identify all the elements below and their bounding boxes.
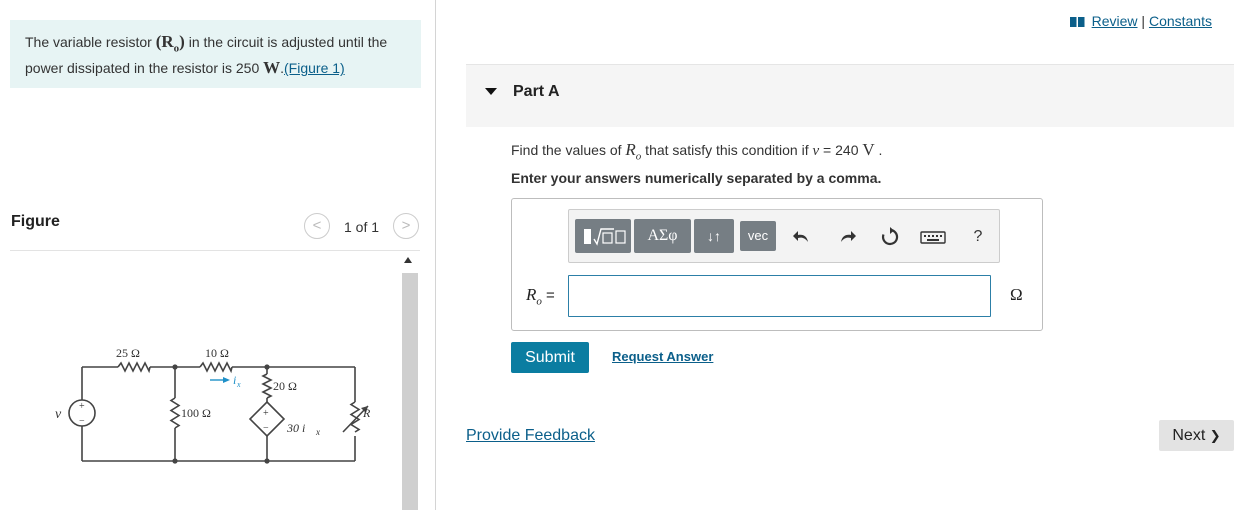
question-middle: that satisfy this condition if <box>641 142 813 158</box>
undo-icon[interactable] <box>791 226 813 248</box>
part-title: Part A <box>513 83 560 100</box>
label-ro: R <box>362 406 370 420</box>
problem-panel: The variable resistor (Ro) in the circui… <box>0 0 436 510</box>
chevron-right-icon: ❯ <box>1209 428 1221 443</box>
label-dependent-source: 30 i <box>286 421 305 435</box>
question-after: = 240 <box>819 142 863 158</box>
review-constants-links: Review | Constants <box>1069 13 1212 29</box>
instruction-text: Enter your answers numerically separated… <box>511 170 882 186</box>
label-25-ohm: 25 Ω <box>116 346 140 360</box>
figure-link[interactable]: (Figure 1) <box>284 60 345 76</box>
question-text: Find the values of Ro that satisfy this … <box>511 140 882 162</box>
constants-link[interactable]: Constants <box>1149 13 1212 29</box>
answer-variable-label: Ro = <box>526 285 555 307</box>
node-top-100 <box>172 364 178 370</box>
link-separator: | <box>1141 13 1146 29</box>
intro-symbol: (Ro) <box>155 32 185 54</box>
question-end: . <box>874 142 883 158</box>
chevron-left-icon: < <box>312 217 322 234</box>
greek-symbols-button[interactable]: ΑΣφ <box>634 219 691 253</box>
figure-counter: 1 of 1 <box>344 219 380 235</box>
question-unit: V <box>862 140 875 159</box>
label-20-ohm: 20 Ω <box>273 379 297 393</box>
intro-unit: W <box>263 58 281 78</box>
keyboard-icon[interactable] <box>920 226 946 248</box>
next-label: Next <box>1172 427 1206 444</box>
next-figure-button[interactable]: > <box>393 213 419 239</box>
templates-icon <box>584 228 626 246</box>
intro-text-before: The variable resistor <box>25 34 156 50</box>
resistor-10-zigzag <box>199 361 233 374</box>
node-bottom-100 <box>172 458 178 464</box>
answer-equals: = <box>541 287 555 304</box>
collapse-caret-icon[interactable] <box>485 88 497 95</box>
question-var: Ro <box>625 140 641 162</box>
provide-feedback-link[interactable]: Provide Feedback <box>466 427 595 445</box>
label-dependent-sub: x <box>315 427 320 437</box>
figure-scrollbar[interactable] <box>402 273 418 510</box>
label-100-ohm: 100 Ω <box>181 406 211 420</box>
source-plus: + <box>79 401 85 412</box>
dep-source-minus: − <box>263 423 269 434</box>
question-before: Find the values of <box>511 142 626 158</box>
reset-icon[interactable] <box>879 226 901 248</box>
request-answer-link[interactable]: Request Answer <box>612 349 713 364</box>
subscript-superscript-button[interactable]: ↓↑ <box>694 219 734 253</box>
templates-button[interactable] <box>575 219 631 253</box>
label-current-sub: x <box>236 380 241 389</box>
book-icon <box>1069 17 1085 27</box>
answer-var-r: R <box>526 285 537 304</box>
answer-box: ΑΣφ ↓↑ vec ? Ro = Ω <box>511 198 1043 331</box>
help-icon[interactable]: ? <box>967 226 989 248</box>
circuit-diagram: 25 Ω 10 Ω 100 Ω 20 Ω 30 i x i x v R o + … <box>55 346 370 464</box>
figure-label: Figure <box>11 213 60 230</box>
answer-var: Ro <box>526 285 542 307</box>
review-link[interactable]: Review <box>1092 13 1138 29</box>
label-10-ohm: 10 Ω <box>205 346 229 360</box>
submit-button[interactable]: Submit <box>511 342 589 373</box>
intro-symbol-r: (R <box>155 32 174 51</box>
current-arrow-head-icon <box>223 377 230 383</box>
vector-button[interactable]: vec <box>740 221 776 251</box>
answer-unit: Ω <box>1010 285 1023 304</box>
chevron-right-icon: > <box>401 217 411 234</box>
label-current: i <box>233 373 236 387</box>
question-var-r: R <box>625 140 636 159</box>
label-source-v: v <box>55 407 62 422</box>
resistor-100-zigzag <box>169 397 181 429</box>
node-bottom-20 <box>264 458 270 464</box>
dep-source-plus: + <box>263 408 269 419</box>
scroll-up-arrow-icon[interactable] <box>404 257 412 263</box>
figure-divider <box>10 250 420 251</box>
source-minus: − <box>79 416 85 427</box>
next-button[interactable]: Next ❯ <box>1159 420 1234 451</box>
previous-figure-button[interactable]: < <box>304 213 330 239</box>
resistor-20-zigzag <box>261 373 273 399</box>
problem-statement: The variable resistor (Ro) in the circui… <box>10 20 421 88</box>
node-top-20 <box>264 364 270 370</box>
math-toolbar: ΑΣφ ↓↑ vec ? <box>568 209 1000 263</box>
answer-input[interactable] <box>568 275 991 317</box>
resistor-25-zigzag <box>117 361 151 374</box>
part-a-header[interactable]: Part A <box>466 65 1234 127</box>
redo-icon[interactable] <box>836 226 858 248</box>
